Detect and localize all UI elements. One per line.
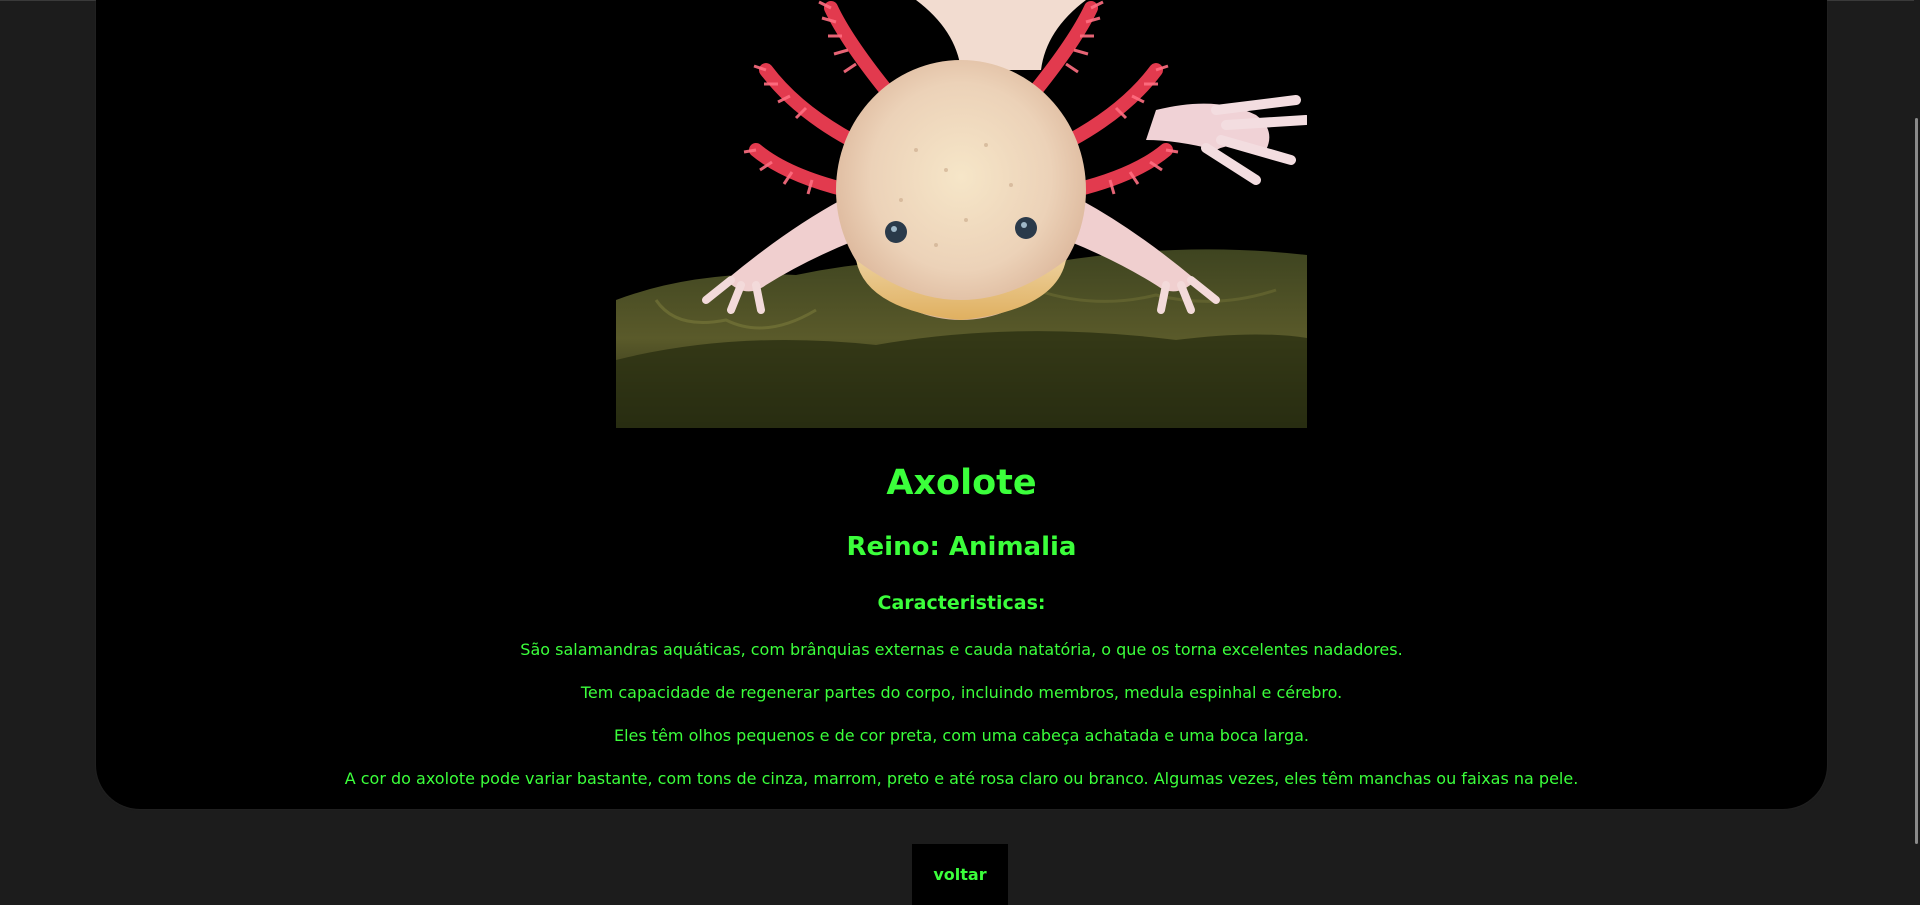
back-button[interactable]: voltar	[912, 844, 1008, 905]
animal-card: Axolote Reino: Animalia Caracteristicas:…	[96, 0, 1827, 809]
kingdom-heading: Reino: Animalia	[846, 532, 1077, 562]
characteristic-item: A cor do axolote pode variar bastante, c…	[344, 769, 1579, 788]
characteristics-heading: Caracteristicas:	[877, 592, 1046, 614]
characteristic-item: Tem capacidade de regenerar partes do co…	[580, 683, 1343, 702]
axolotl-photo	[616, 0, 1307, 428]
animal-name-title: Axolote	[886, 463, 1037, 503]
characteristic-item: São salamandras aquáticas, com brânquias…	[520, 640, 1403, 659]
characteristic-item: Eles têm olhos pequenos e de cor preta, …	[613, 726, 1310, 745]
scrollbar-thumb[interactable]	[1915, 118, 1918, 844]
